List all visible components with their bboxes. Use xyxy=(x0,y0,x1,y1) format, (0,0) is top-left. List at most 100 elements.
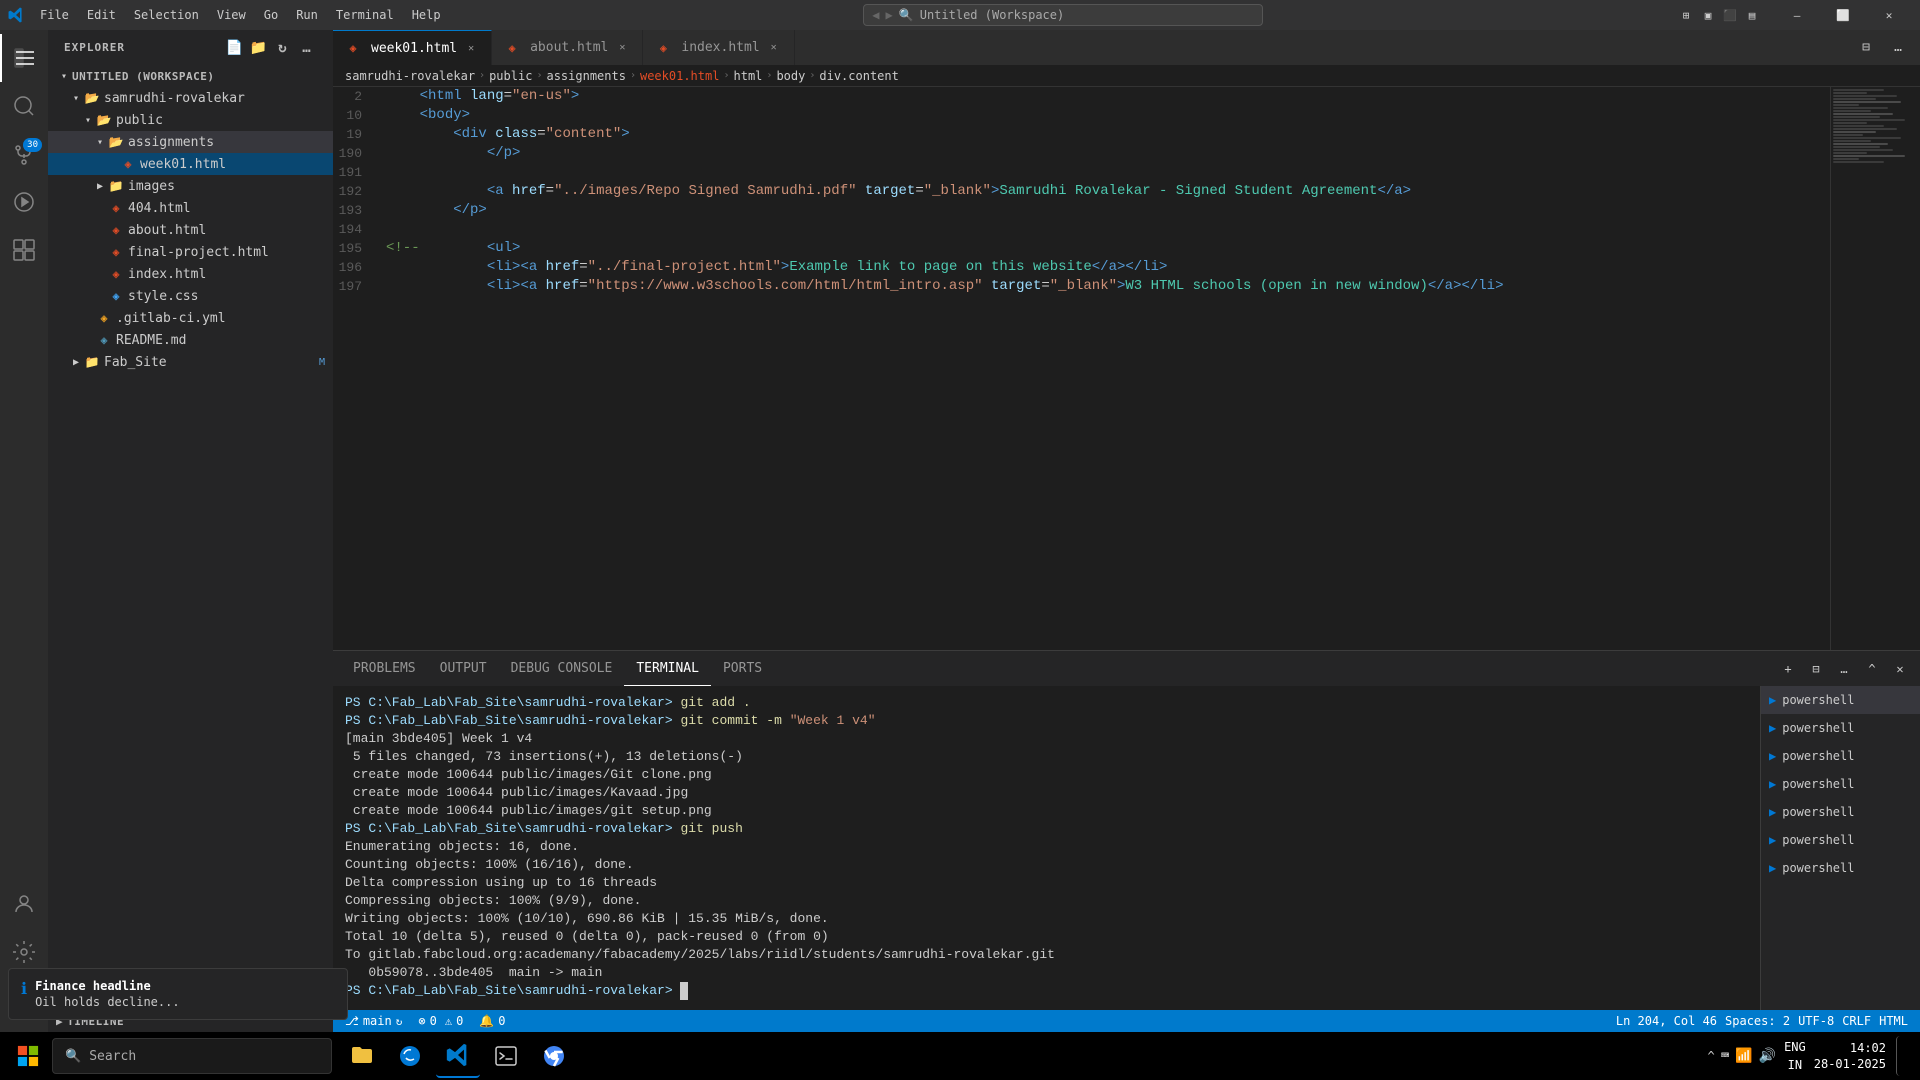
activity-search[interactable] xyxy=(0,82,48,130)
tree-fabsite[interactable]: ▶ 📁 Fab_Site M xyxy=(48,351,333,373)
tree-assignments[interactable]: ▾ 📂 assignments xyxy=(48,131,333,153)
tray-keyboard[interactable]: ⌨ xyxy=(1721,1048,1729,1064)
more-panel-icon[interactable]: … xyxy=(1832,657,1856,681)
taskbar-lang[interactable]: ENG IN xyxy=(1784,1041,1806,1071)
status-notifications[interactable]: 🔔 0 xyxy=(475,1010,509,1032)
status-line-ending[interactable]: CRLF xyxy=(1838,1010,1875,1032)
tab-ports[interactable]: PORTS xyxy=(711,651,774,686)
tree-samrudhi[interactable]: ▾ 📂 samrudhi-rovalekar xyxy=(48,87,333,109)
status-spaces[interactable]: Spaces: 2 xyxy=(1721,1010,1794,1032)
breadcrumb-body[interactable]: body xyxy=(776,69,805,83)
terminal-content[interactable]: PS C:\Fab_Lab\Fab_Site\samrudhi-rovaleka… xyxy=(333,686,1760,1010)
taskbar-fileexplorer[interactable] xyxy=(340,1034,384,1078)
terminal-instance-7[interactable]: ▶ powershell xyxy=(1761,854,1920,882)
tree-final-project[interactable]: ▶ ◈ final-project.html xyxy=(48,241,333,263)
tree-public[interactable]: ▾ 📂 public xyxy=(48,109,333,131)
taskbar-search[interactable]: 🔍 Search xyxy=(52,1038,332,1074)
activity-account[interactable] xyxy=(0,880,48,928)
new-terminal-icon[interactable]: + xyxy=(1776,657,1800,681)
tab-week01-close[interactable]: ✕ xyxy=(463,40,479,56)
nav-fwd-icon[interactable]: ▶ xyxy=(886,8,893,22)
menu-file[interactable]: File xyxy=(32,6,77,24)
menu-selection[interactable]: Selection xyxy=(126,6,207,24)
close-panel-icon[interactable]: ✕ xyxy=(1888,657,1912,681)
terminal-instance-6[interactable]: ▶ powershell xyxy=(1761,826,1920,854)
taskbar-edge[interactable] xyxy=(388,1034,432,1078)
status-encoding[interactable]: UTF-8 xyxy=(1794,1010,1838,1032)
terminal-instance-4[interactable]: ▶ powershell xyxy=(1761,770,1920,798)
terminal-instance-2[interactable]: ▶ powershell xyxy=(1761,714,1920,742)
menu-go[interactable]: Go xyxy=(256,6,286,24)
tray-speaker[interactable]: 🔊 xyxy=(1759,1048,1776,1064)
notification-toast[interactable]: ℹ Finance headline Oil holds decline... xyxy=(8,968,348,1020)
tree-about[interactable]: ▶ ◈ about.html xyxy=(48,219,333,241)
titlebar-search[interactable]: ◀ ▶ 🔍 Untitled (Workspace) xyxy=(863,4,1263,26)
terminal-instance-1[interactable]: ▶ powershell xyxy=(1761,686,1920,714)
start-button[interactable] xyxy=(8,1036,48,1076)
status-language[interactable]: HTML xyxy=(1875,1010,1912,1032)
tab-problems[interactable]: PROBLEMS xyxy=(341,651,428,686)
taskbar-terminal[interactable] xyxy=(484,1034,528,1078)
nav-back-icon[interactable]: ◀ xyxy=(872,8,879,22)
more-tabs-icon[interactable]: … xyxy=(1884,34,1912,62)
layout4-icon[interactable]: ▤ xyxy=(1744,7,1760,23)
breadcrumb-divcontent[interactable]: div.content xyxy=(819,69,898,83)
activity-run[interactable] xyxy=(0,178,48,226)
show-desktop-button[interactable] xyxy=(1896,1036,1904,1076)
menu-run[interactable]: Run xyxy=(288,6,326,24)
minimize-button[interactable]: — xyxy=(1774,0,1820,30)
refresh-icon[interactable]: ↻ xyxy=(273,38,293,58)
tree-week01[interactable]: ▶ ◈ week01.html xyxy=(48,153,333,175)
new-folder-icon[interactable]: 📁 xyxy=(249,38,269,58)
menu-terminal[interactable]: Terminal xyxy=(328,6,402,24)
tab-about-close[interactable]: ✕ xyxy=(614,40,630,56)
menu-help[interactable]: Help xyxy=(404,6,449,24)
tray-network[interactable]: 📶 xyxy=(1735,1048,1752,1064)
code-content[interactable]: <html lang="en-us"> <body> <div class="c… xyxy=(378,87,1830,650)
tray-chevron[interactable]: ^ xyxy=(1708,1049,1715,1063)
breadcrumb-week01[interactable]: week01.html xyxy=(640,69,719,83)
workspace-root[interactable]: ▾ UNTITLED (WORKSPACE) xyxy=(48,65,333,87)
terminal-instance-3[interactable]: ▶ powershell xyxy=(1761,742,1920,770)
menu-edit[interactable]: Edit xyxy=(79,6,124,24)
close-button[interactable]: ✕ xyxy=(1866,0,1912,30)
layout-icon[interactable]: ⊞ xyxy=(1678,7,1694,23)
status-errors[interactable]: ⊗ 0 ⚠ 0 xyxy=(414,1010,467,1032)
taskbar-chrome[interactable] xyxy=(532,1034,576,1078)
maximize-panel-icon[interactable]: ^ xyxy=(1860,657,1884,681)
breadcrumb-html[interactable]: html xyxy=(734,69,763,83)
taskbar-vscode[interactable] xyxy=(436,1034,480,1078)
breadcrumb-user[interactable]: samrudhi-rovalekar xyxy=(345,69,475,83)
tab-terminal[interactable]: TERMINAL xyxy=(624,651,711,686)
breadcrumb-public[interactable]: public xyxy=(489,69,532,83)
new-file-icon[interactable]: 📄 xyxy=(225,38,245,58)
tree-readme[interactable]: ▶ ◈ README.md xyxy=(48,329,333,351)
activity-extensions[interactable] xyxy=(0,226,48,274)
tab-debug-console[interactable]: DEBUG CONSOLE xyxy=(499,651,625,686)
split-terminal-icon[interactable]: ⊟ xyxy=(1804,657,1828,681)
terminal-instance-5[interactable]: ▶ powershell xyxy=(1761,798,1920,826)
status-branch[interactable]: ⎇ main ↻ xyxy=(341,1010,406,1032)
maximize-button[interactable]: ⬜ xyxy=(1820,0,1866,30)
activity-source-control[interactable]: 30 xyxy=(0,130,48,178)
layout2-icon[interactable]: ▣ xyxy=(1700,7,1716,23)
split-editor-icon[interactable]: ⊟ xyxy=(1852,34,1880,62)
tab-week01[interactable]: ◈ week01.html ✕ xyxy=(333,30,492,65)
tab-index-close[interactable]: ✕ xyxy=(766,40,782,56)
layout3-icon[interactable]: ⬛ xyxy=(1722,7,1738,23)
status-line-col[interactable]: Ln 204, Col 46 xyxy=(1612,1010,1721,1032)
tab-about[interactable]: ◈ about.html ✕ xyxy=(492,30,643,65)
tree-404[interactable]: ▶ ◈ 404.html xyxy=(48,197,333,219)
breadcrumb-assignments[interactable]: assignments xyxy=(546,69,625,83)
tab-output[interactable]: OUTPUT xyxy=(428,651,499,686)
tree-images[interactable]: ▶ 📁 images xyxy=(48,175,333,197)
taskbar-clock[interactable]: 14:02 28-01-2025 xyxy=(1814,1040,1886,1072)
tree-index[interactable]: ▶ ◈ index.html xyxy=(48,263,333,285)
tree-gitlab[interactable]: ▶ ◈ .gitlab-ci.yml xyxy=(48,307,333,329)
menu-view[interactable]: View xyxy=(209,6,254,24)
tree-style[interactable]: ▶ ◈ style.css xyxy=(48,285,333,307)
activity-explorer[interactable] xyxy=(0,34,48,82)
code-editor[interactable]: 2 10 19 190 191 192 193 194 195 196 197 … xyxy=(333,87,1920,650)
more-actions-icon[interactable]: … xyxy=(297,38,317,58)
tab-index[interactable]: ◈ index.html ✕ xyxy=(643,30,794,65)
